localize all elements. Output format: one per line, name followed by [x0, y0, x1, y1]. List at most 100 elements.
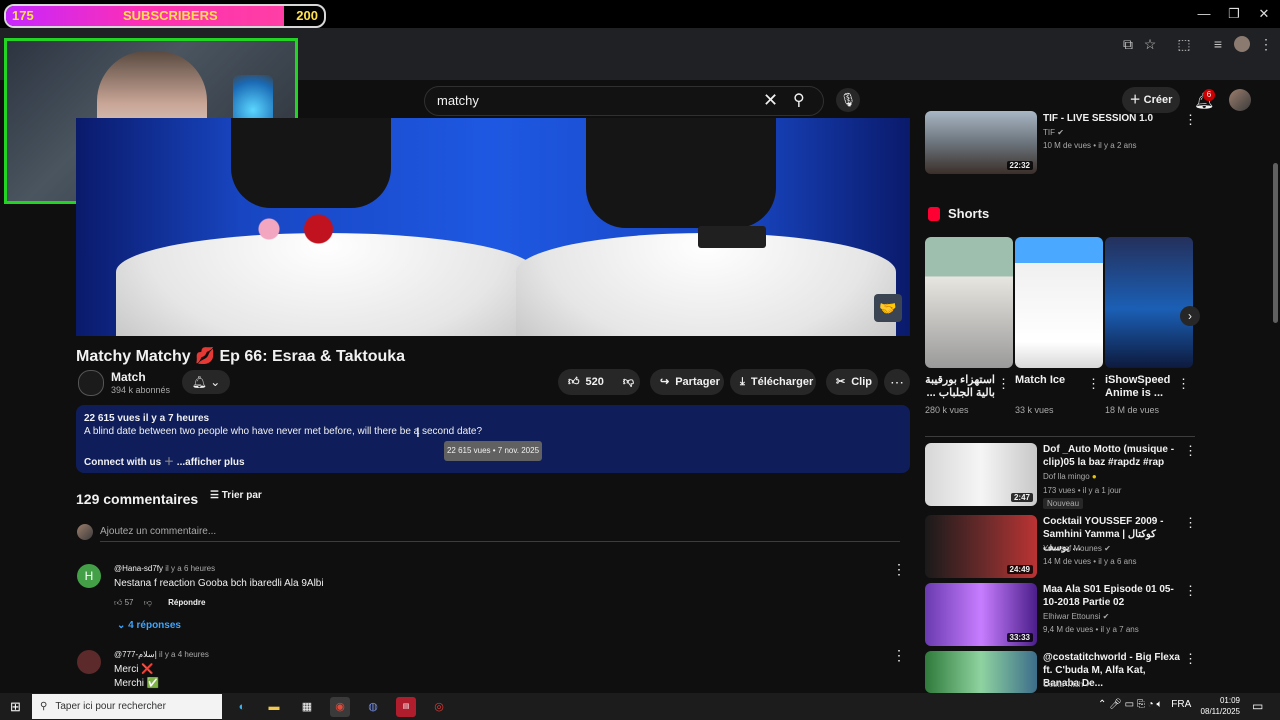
comment-time: il y a 4 heures — [159, 650, 209, 659]
store-icon[interactable]: ▦ — [297, 697, 317, 717]
sub-current: 175 — [12, 8, 34, 23]
thumb-down-icon[interactable]: 👎︎ — [144, 598, 152, 607]
thumb-up-icon[interactable]: 👍︎ — [114, 598, 122, 607]
plus-icon: ＋ — [164, 457, 175, 468]
reply-button[interactable]: Répondre — [168, 598, 205, 607]
like-dislike-group: 👍︎ 520 👎︎ — [558, 369, 640, 395]
restore-icon[interactable]: ❐ — [1226, 6, 1242, 22]
bookmark-star-icon[interactable]: ☆ — [1142, 36, 1158, 52]
download-label: Télécharger — [750, 376, 814, 388]
video-player[interactable]: 🤝 — [76, 118, 910, 336]
comment-menu-icon[interactable]: ⋮ — [892, 561, 906, 578]
obs-icon[interactable]: ◎ — [429, 697, 449, 717]
video-menu-icon[interactable]: ⋮ — [1184, 112, 1197, 128]
thumb-up-icon[interactable]: 👍︎ — [568, 376, 580, 388]
bell-icon: 🔔︎ — [191, 375, 207, 389]
share-button[interactable]: ↪ Partager — [650, 369, 724, 395]
system-tray[interactable]: ⌃ 🎤︎ ▭ ⎘ ◔ 🔈︎ FRA — [1098, 699, 1191, 710]
short-menu-icon[interactable]: ⋮ — [1177, 376, 1190, 392]
video-thumbnail[interactable]: 33:33 — [925, 583, 1037, 646]
taskbar-search[interactable]: ⚲ Taper ici pour rechercher — [32, 694, 222, 719]
woman-figure — [231, 118, 391, 208]
media-control-icon[interactable]: ≡ — [1210, 36, 1226, 52]
short-thumbnail[interactable] — [1015, 237, 1103, 368]
comment-author-line: @Hana-sd7fy il y a 6 heures — [114, 564, 215, 573]
video-menu-icon[interactable]: ⋮ — [1184, 515, 1197, 531]
mic-icon[interactable]: 🎙 — [836, 88, 860, 112]
video-title[interactable]: TIF - LIVE SESSION 1.0 — [1043, 112, 1183, 125]
short-title[interactable]: استهزاء بورقيبة بالية الجلباب ... — [925, 374, 995, 400]
voicemod-icon[interactable]: ▤ — [396, 697, 416, 717]
short-thumbnail[interactable] — [1105, 237, 1193, 368]
chevron-right-icon[interactable]: › — [1180, 306, 1200, 326]
video-thumbnail[interactable]: 2:47 — [925, 443, 1037, 506]
more-actions-icon[interactable]: ⋯ — [884, 369, 910, 395]
sort-comments-button[interactable]: ☰ Trier par — [210, 490, 262, 501]
view-replies-button[interactable]: ⌄ 4 réponses — [117, 620, 181, 631]
short-menu-icon[interactable]: ⋮ — [1087, 376, 1100, 392]
video-title[interactable]: Dof _Auto Motto (musique - clip)05 la ba… — [1043, 443, 1183, 469]
scroll-thumb[interactable] — [1273, 163, 1278, 323]
windows-start-icon[interactable]: ⊞ — [10, 699, 21, 715]
file-explorer-icon[interactable]: ▬ — [264, 697, 284, 717]
short-title[interactable]: Match Ice — [1015, 374, 1085, 387]
shorts-heading: Shorts — [948, 206, 990, 221]
comment-author[interactable]: @إسلام-777 — [114, 650, 157, 659]
like-count[interactable]: 520 — [586, 376, 604, 388]
cast-icon[interactable]: ⧉ — [1120, 36, 1136, 52]
comment-avatar[interactable]: H — [77, 564, 101, 588]
minimize-icon[interactable]: — — [1196, 6, 1212, 22]
short-title[interactable]: iShowSpeed Anime is ... — [1105, 374, 1175, 400]
clip-label: Clip — [851, 376, 872, 388]
discord-icon[interactable]: ◍ — [363, 697, 383, 717]
left-table — [116, 233, 536, 336]
video-title[interactable]: Maa Ala S01 Episode 01 05-10-2018 Partie… — [1043, 583, 1183, 609]
comment-menu-icon[interactable]: ⋮ — [892, 647, 906, 664]
man-figure — [586, 118, 776, 228]
language-indicator[interactable]: FRA — [1171, 699, 1191, 710]
comment-author[interactable]: @Hana-sd7fy — [114, 564, 163, 573]
account-avatar[interactable] — [1229, 89, 1251, 111]
short-thumbnail[interactable] — [925, 237, 1013, 368]
show-more-link[interactable]: ...afficher plus — [177, 457, 245, 468]
new-badge: Nouveau — [1043, 498, 1084, 509]
close-window-icon[interactable]: ✕ — [1256, 6, 1272, 22]
video-thumbnail[interactable] — [925, 651, 1037, 693]
video-menu-icon[interactable]: ⋮ — [1184, 443, 1197, 459]
search-input[interactable]: matchy — [437, 93, 479, 108]
channel-avatar[interactable] — [78, 370, 104, 396]
video-channel: Dof lla mingo ● — [1043, 472, 1097, 481]
notification-center-icon[interactable]: ▭ — [1252, 699, 1263, 713]
clip-button[interactable]: ✂ Clip — [826, 369, 878, 395]
search-box[interactable]: matchy ✕ ⚲ — [424, 86, 824, 116]
taskbar-clock[interactable]: 01:09 08/11/2025 — [1196, 695, 1240, 717]
channel-name[interactable]: Youssef Mounes — [1043, 544, 1102, 553]
profile-icon[interactable] — [1234, 36, 1250, 52]
download-button[interactable]: ⤓ Télécharger — [730, 369, 816, 395]
video-menu-icon[interactable]: ⋮ — [1184, 651, 1197, 667]
notification-count-badge: 6 — [1203, 89, 1215, 101]
channel-name[interactable]: Match — [111, 370, 146, 384]
channel-name[interactable]: Costa Titch — [1043, 680, 1083, 689]
video-thumbnail[interactable]: 24:49 — [925, 515, 1037, 578]
chrome-icon[interactable]: ◉ — [330, 697, 350, 717]
video-thumbnail[interactable]: 22:32 — [925, 111, 1037, 174]
comment-avatar[interactable] — [77, 650, 101, 674]
description-box[interactable]: 22 615 vues il y a 7 heures A blind date… — [76, 405, 910, 473]
search-icon[interactable]: ⚲ — [793, 90, 805, 110]
add-comment-input[interactable]: Ajoutez un commentaire... — [100, 526, 216, 537]
browser-menu-icon[interactable]: ⋮ — [1258, 36, 1274, 52]
page-scrollbar[interactable] — [1272, 118, 1280, 692]
edge-icon[interactable]: ◐ — [232, 697, 252, 717]
extensions-icon[interactable]: ⬚ — [1176, 36, 1192, 52]
sort-label: Trier par — [221, 490, 262, 501]
channel-name[interactable]: Elhiwar Ettounsi — [1043, 612, 1100, 621]
channel-name[interactable]: TIF — [1043, 128, 1055, 137]
clear-search-icon[interactable]: ✕ — [763, 90, 778, 111]
channel-name[interactable]: Dof lla mingo — [1043, 472, 1090, 481]
short-menu-icon[interactable]: ⋮ — [997, 376, 1010, 392]
subscription-bell-button[interactable]: 🔔︎ ⌄ — [182, 370, 230, 394]
thumb-down-icon[interactable]: 👎︎ — [623, 376, 634, 388]
create-button[interactable]: ＋ Créer — [1122, 87, 1180, 113]
video-menu-icon[interactable]: ⋮ — [1184, 583, 1197, 599]
